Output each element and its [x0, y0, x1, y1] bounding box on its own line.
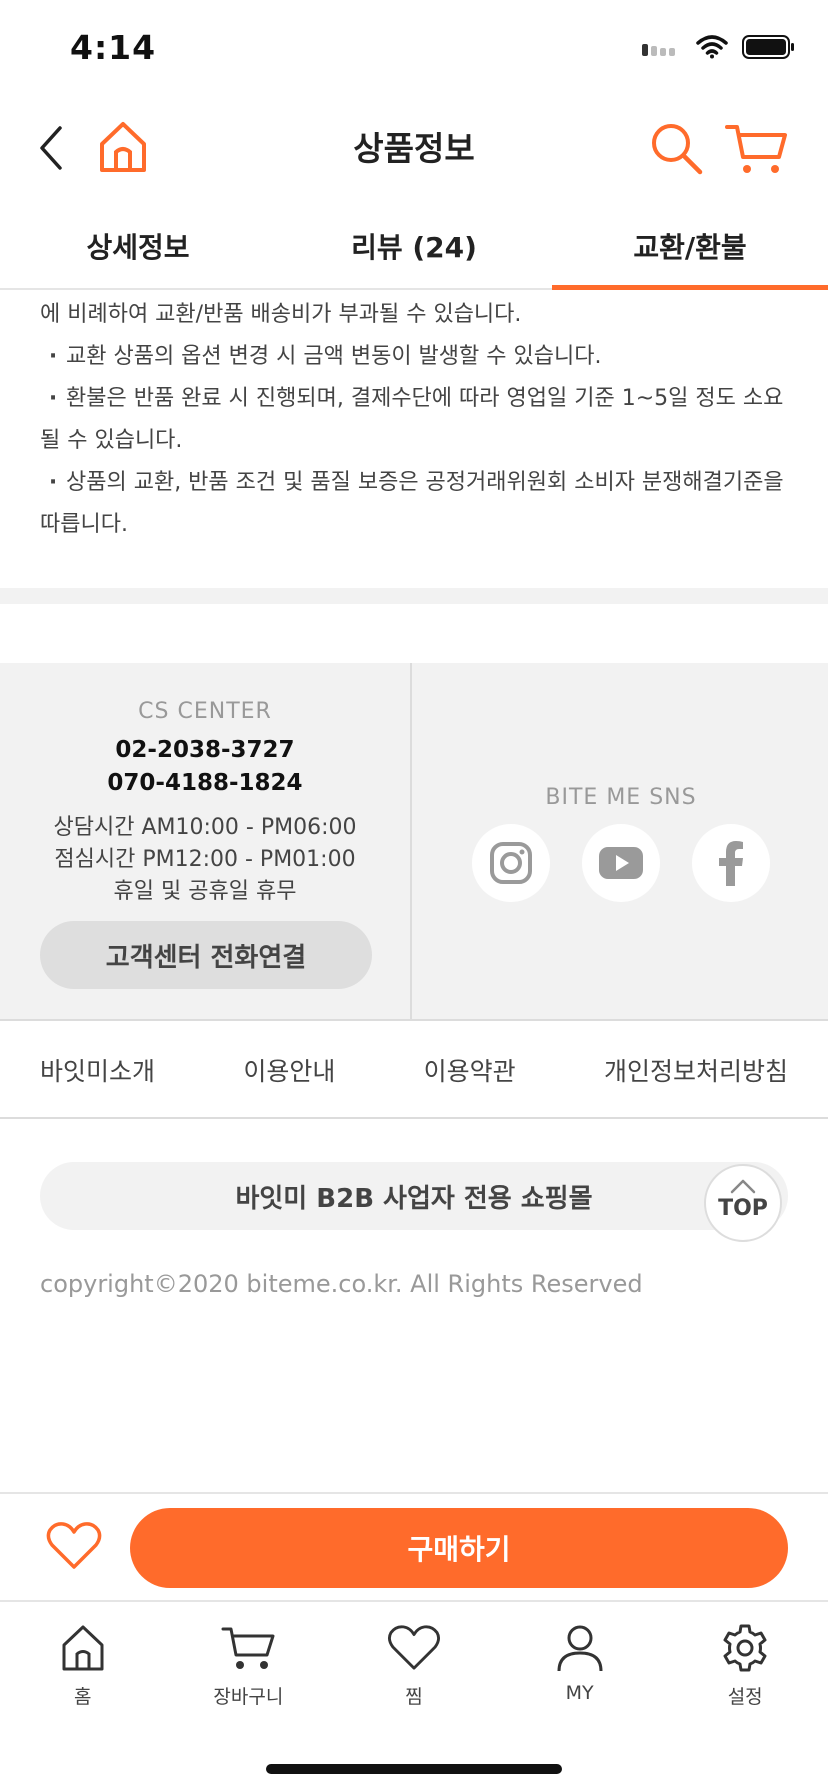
- home-indicator: [266, 1764, 562, 1774]
- status-time: 4:14: [70, 28, 157, 67]
- cs-phone-1: 02-2038-3727: [115, 737, 295, 763]
- chevron-up-icon: [730, 1179, 756, 1194]
- tabbar-label: 찜: [405, 1686, 423, 1708]
- footer-link-terms[interactable]: 이용약관: [424, 1052, 516, 1088]
- tab-reviews[interactable]: 리뷰 (24): [276, 196, 552, 288]
- section-divider: [0, 588, 828, 604]
- cs-hours-consult: 상담시간 AM10:00 - PM06:00: [53, 815, 357, 840]
- cs-center-title: CS CENTER: [138, 699, 272, 724]
- cs-call-button[interactable]: 고객센터 전화연결: [40, 921, 372, 989]
- gear-icon: [723, 1624, 767, 1672]
- home-icon: [62, 1625, 104, 1671]
- tabbar-label: 설정: [727, 1686, 763, 1708]
- footer-link-privacy[interactable]: 개인정보처리방침: [604, 1052, 788, 1088]
- policy-line: 에 비례하여 교환/반품 배송비가 부과될 수 있습니다.: [40, 302, 522, 327]
- bottom-tabbar: 홈 장바구니 찜 MY 설정: [0, 1604, 828, 1724]
- product-tabs: 상세정보 리뷰 (24) 교환/환불: [0, 196, 828, 290]
- policy-line: 교환 상품의 옵션 변경 시 금액 변동이 발생할 수 있습니다.: [40, 336, 796, 378]
- policy-line: 환불은 반품 완료 시 진행되며, 결제수단에 따라 영업일 기준 1~5일 정…: [40, 378, 796, 462]
- exchange-refund-policy: 에 비례하여 교환/반품 배송비가 부과될 수 있습니다. 교환 상품의 옵션 …: [40, 294, 796, 546]
- youtube-button[interactable]: [582, 824, 660, 902]
- heart-icon: [46, 1522, 102, 1569]
- instagram-button[interactable]: [472, 824, 550, 902]
- nav-bar: 상품정보: [0, 100, 828, 195]
- policy-line: 상품의 교환, 반품 조건 및 품질 보증은 공정거래위원회 소비자 분쟁해결기…: [40, 462, 796, 546]
- tabbar-label: 홈: [74, 1686, 92, 1708]
- cart-icon: [221, 1627, 275, 1669]
- sns-icons: [414, 824, 828, 902]
- tabbar-my[interactable]: MY: [497, 1604, 663, 1724]
- cs-phone-2: 070-4188-1824: [107, 770, 303, 796]
- cs-hours: 상담시간 AM10:00 - PM06:00 점심시간 PM12:00 - PM…: [0, 812, 410, 908]
- footer-link-guide[interactable]: 이용안내: [243, 1052, 335, 1088]
- cs-hours-holiday: 휴일 및 공휴일 휴무: [113, 879, 297, 904]
- tab-detail[interactable]: 상세정보: [0, 196, 276, 288]
- search-icon: [652, 124, 703, 175]
- buy-button[interactable]: 구매하기: [130, 1508, 788, 1588]
- top-label: TOP: [718, 1196, 768, 1221]
- footer-links: 바잇미소개 이용안내 이용약관 개인정보처리방침: [0, 1023, 828, 1119]
- tabbar-label: 장바구니: [213, 1686, 284, 1708]
- footer-link-about[interactable]: 바잇미소개: [40, 1052, 155, 1088]
- scrolled-text-fragment: · · · · · · · · · · · · ·: [40, 186, 240, 196]
- wifi-icon: [696, 35, 728, 59]
- youtube-icon: [599, 847, 643, 879]
- facebook-icon: [719, 841, 743, 886]
- tabbar-cart[interactable]: 장바구니: [166, 1604, 332, 1724]
- status-icons: [642, 34, 796, 60]
- footer-info-box: CS CENTER 02-2038-3727 070-4188-1824 상담시…: [0, 663, 828, 1021]
- copyright: copyright©2020 biteme.co.kr. All Rights …: [40, 1270, 643, 1298]
- sns-title: BITE ME SNS: [545, 785, 697, 810]
- cart-icon: [725, 125, 787, 173]
- search-button[interactable]: [648, 120, 704, 176]
- signal-icon: [642, 44, 675, 56]
- instagram-icon: [490, 842, 532, 884]
- heart-icon: [387, 1625, 440, 1670]
- status-bar: 4:14: [0, 0, 828, 100]
- cs-center: CS CENTER 02-2038-3727 070-4188-1824 상담시…: [0, 663, 412, 1019]
- tabbar-home[interactable]: 홈: [0, 1604, 166, 1724]
- tabbar-settings[interactable]: 설정: [662, 1604, 828, 1724]
- purchase-bar: 구매하기: [0, 1492, 828, 1602]
- tabbar-wishlist[interactable]: 찜: [331, 1604, 497, 1724]
- tabbar-label: MY: [565, 1682, 594, 1704]
- b2b-mall-button[interactable]: 바잇미 B2B 사업자 전용 쇼핑몰: [40, 1162, 788, 1230]
- cart-button[interactable]: [724, 120, 788, 178]
- cs-hours-lunch: 점심시간 PM12:00 - PM01:00: [54, 847, 356, 872]
- battery-icon: [742, 35, 794, 59]
- user-icon: [557, 1625, 603, 1672]
- sns-section: BITE ME SNS: [414, 663, 828, 1019]
- scroll-top-button[interactable]: TOP: [704, 1164, 782, 1242]
- facebook-button[interactable]: [692, 824, 770, 902]
- wishlist-button[interactable]: [44, 1516, 104, 1576]
- tab-exchange-refund[interactable]: 교환/환불: [552, 196, 828, 290]
